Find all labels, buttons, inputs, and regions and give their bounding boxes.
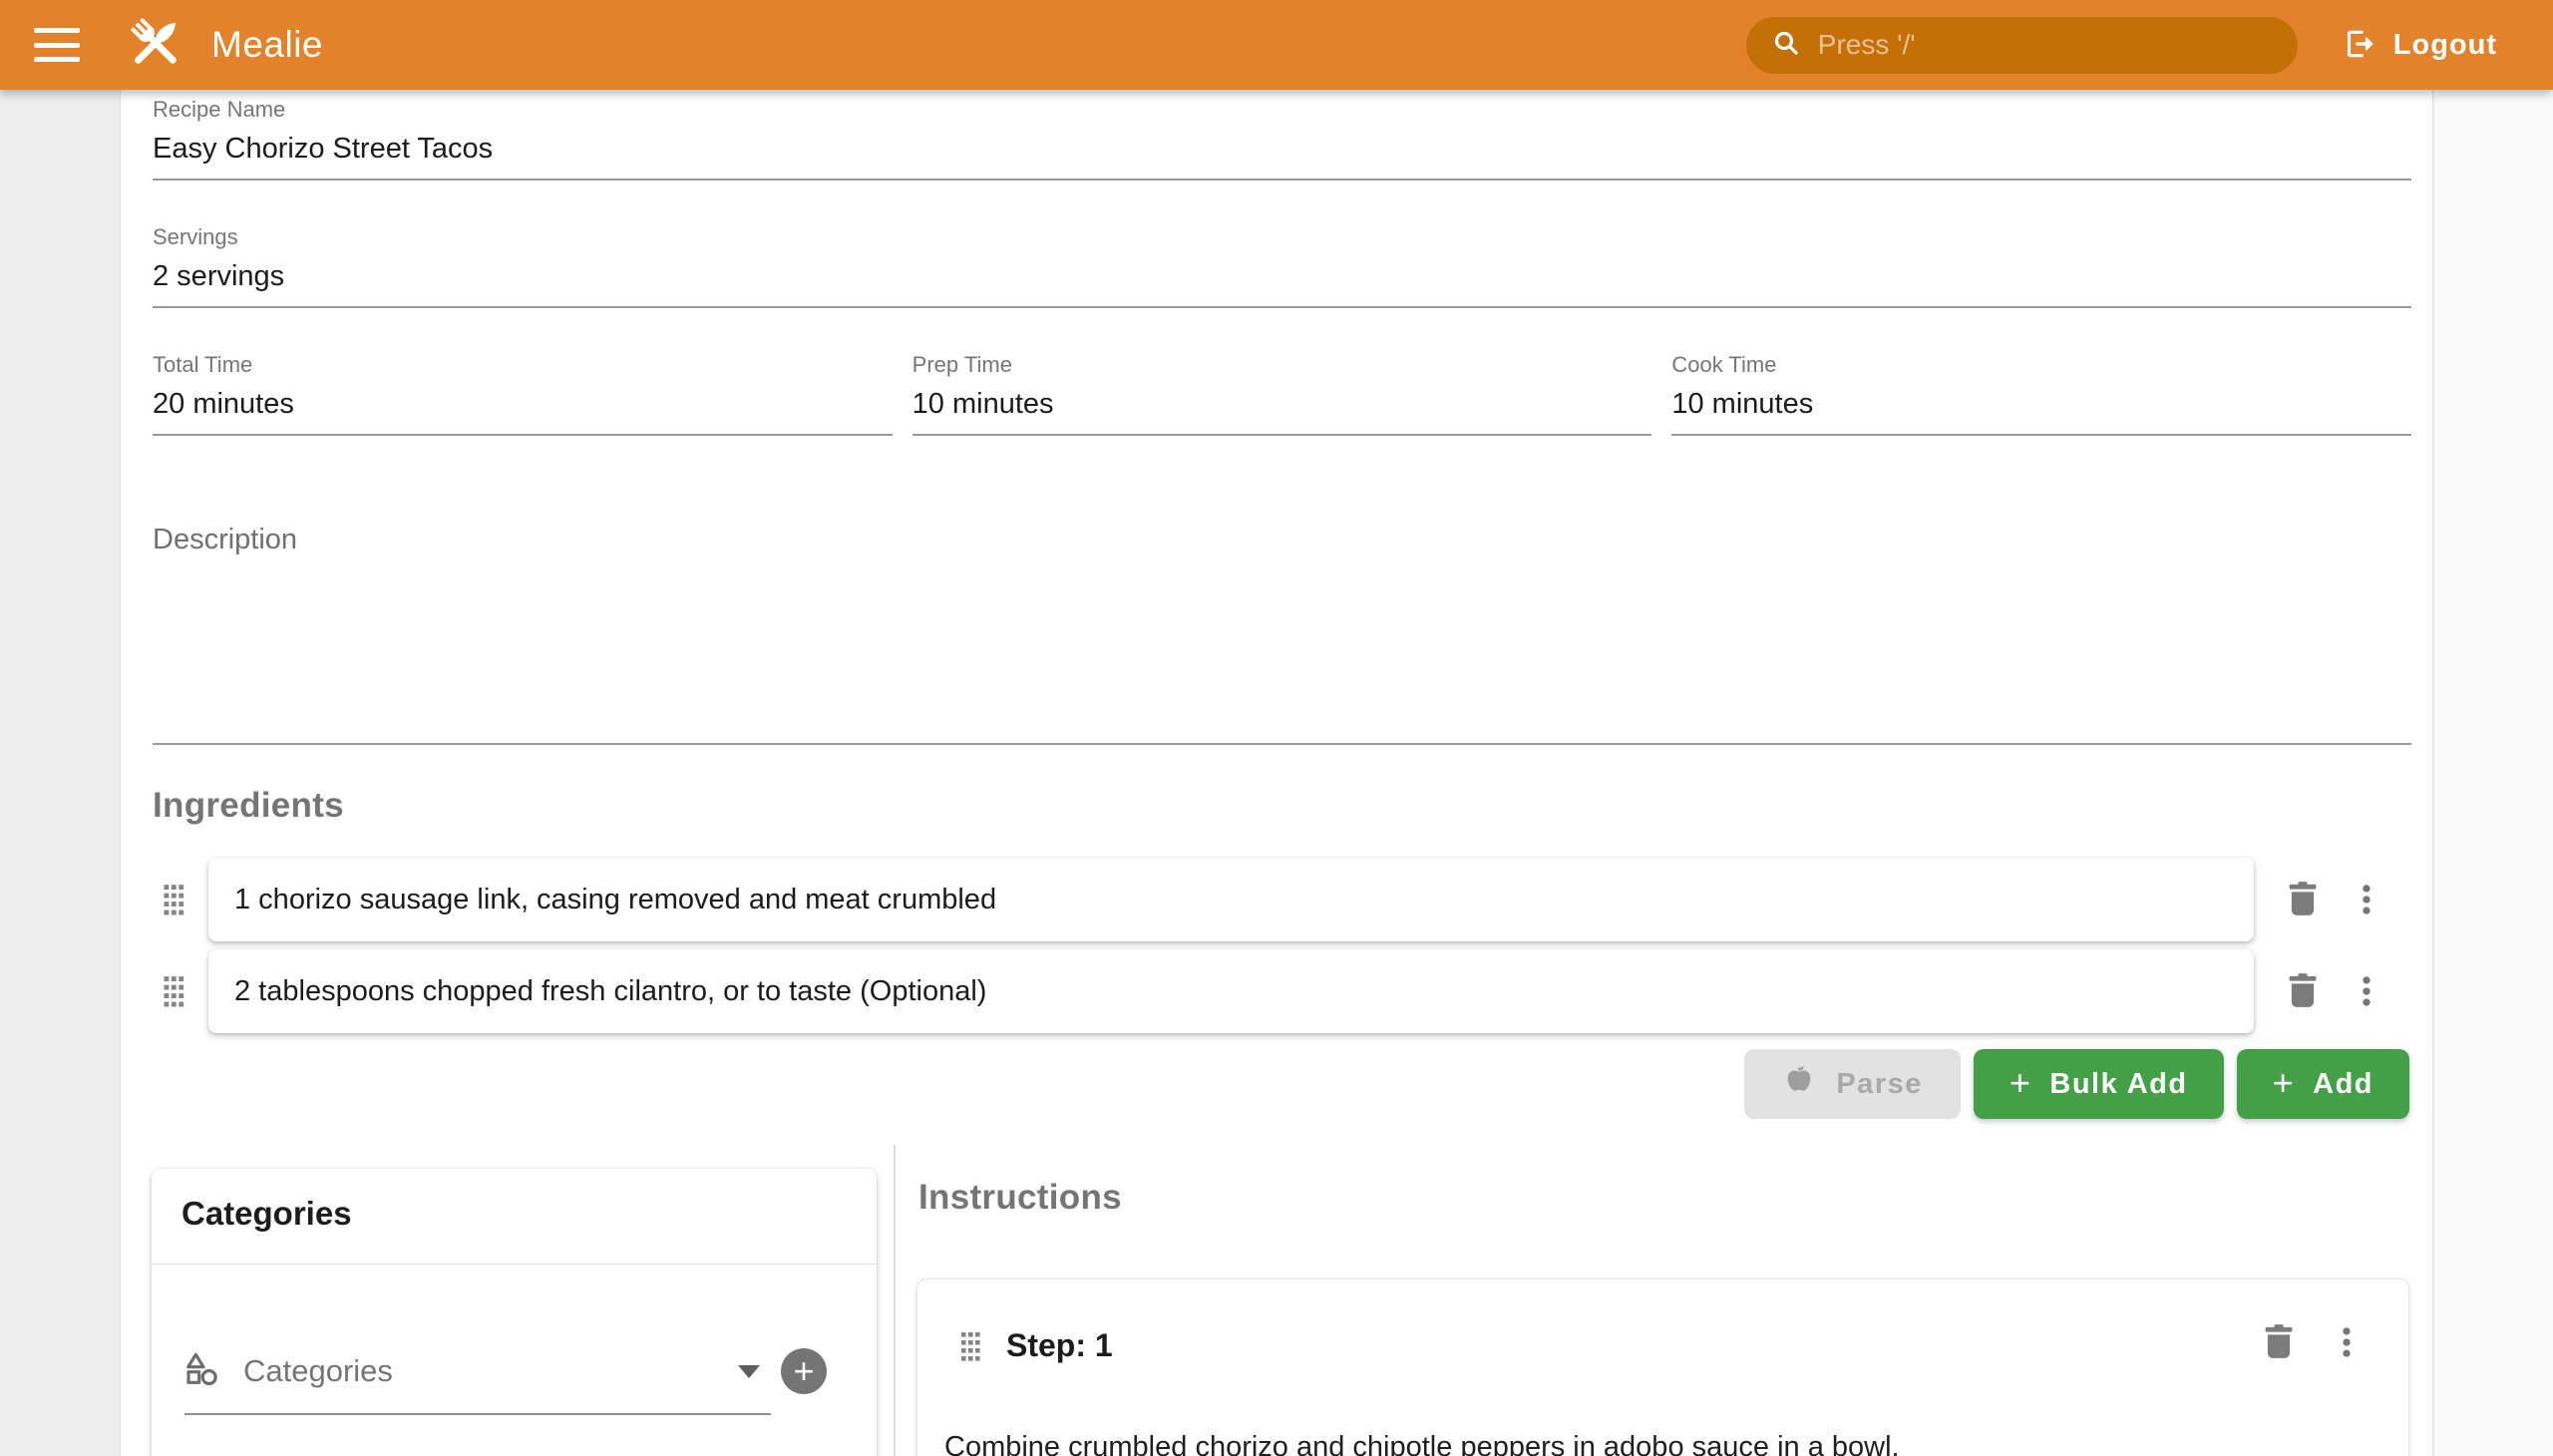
description-input[interactable]: [153, 562, 2411, 712]
prep-time-field: Prep Time: [912, 351, 1652, 436]
cook-time-label: Cook Time: [1671, 351, 2411, 378]
categories-card: Categories Categories +: [152, 1169, 877, 1456]
ingredient-input[interactable]: [234, 975, 2228, 1008]
logout-button[interactable]: Logout: [2342, 26, 2497, 65]
select-underline: [184, 1413, 771, 1415]
cook-time-field: Cook Time: [1671, 351, 2411, 436]
logout-label: Logout: [2393, 29, 2497, 62]
bulk-add-label: Bulk Add: [2049, 1068, 2187, 1101]
chevron-down-icon: [738, 1365, 760, 1378]
divider: [152, 1264, 877, 1265]
description-label: Description: [153, 527, 2411, 553]
page-background-gutter: [2434, 90, 2553, 1456]
app-title: Mealie: [211, 24, 323, 66]
trash-icon: [2256, 1319, 2302, 1365]
ingredients-heading: Ingredients: [153, 786, 344, 826]
instructions-heading: Instructions: [918, 1178, 1122, 1218]
step-text-input[interactable]: Combine crumbled chorizo and chipotle pe…: [944, 1427, 2380, 1456]
search-icon: [1770, 27, 1802, 64]
total-time-field: Total Time: [153, 351, 893, 436]
mealie-logo-icon: [124, 11, 187, 80]
ingredient-input-card: [208, 858, 2254, 941]
kebab-icon: [2348, 972, 2385, 1010]
step-header: Step: 1: [958, 1327, 1113, 1364]
logout-icon: [2342, 26, 2377, 65]
servings-label: Servings: [153, 223, 2411, 250]
instruction-step-card: Step: 1 Combine crumbled chorizo and chi…: [916, 1278, 2409, 1456]
plus-icon: +: [793, 1351, 814, 1391]
kebab-icon: [2328, 1323, 2366, 1361]
ingredient-menu-button[interactable]: [2348, 972, 2385, 1010]
description-field: Description: [153, 527, 2411, 745]
servings-field: Servings: [153, 223, 2411, 308]
categories-card-title: Categories: [182, 1195, 352, 1233]
app-bar: Mealie Logout: [0, 0, 2553, 90]
ingredient-row: [161, 858, 2385, 941]
recipe-name-input[interactable]: [153, 132, 2411, 167]
parse-button[interactable]: Parse: [1744, 1049, 1961, 1119]
trash-icon: [2280, 968, 2326, 1014]
delete-step-button[interactable]: [2256, 1319, 2302, 1365]
categories-select[interactable]: Categories: [182, 1346, 740, 1396]
categories-select-label: Categories: [243, 1353, 393, 1389]
delete-ingredient-button[interactable]: [2280, 968, 2326, 1014]
ingredient-input-card: [208, 949, 2254, 1033]
recipe-name-label: Recipe Name: [153, 96, 2411, 123]
bulk-add-button[interactable]: + Bulk Add: [1974, 1049, 2224, 1119]
column-divider: [894, 1145, 896, 1456]
total-time-label: Total Time: [153, 351, 893, 378]
search-input[interactable]: [1818, 29, 2274, 61]
step-title: Step: 1: [1006, 1327, 1113, 1364]
prep-time-input[interactable]: [912, 387, 1652, 422]
ingredient-row: [161, 949, 2385, 1033]
hamburger-icon: [34, 28, 80, 33]
drag-handle-icon[interactable]: [161, 882, 186, 917]
kebab-icon: [2348, 881, 2385, 918]
plus-icon: +: [2273, 1065, 2296, 1101]
total-time-input[interactable]: [153, 387, 893, 422]
recipe-name-field: Recipe Name: [153, 96, 2411, 181]
shapes-icon: [182, 1349, 221, 1394]
add-label: Add: [2313, 1068, 2373, 1101]
apple-icon: [1782, 1063, 1816, 1105]
menu-button[interactable]: [34, 28, 80, 62]
trash-icon: [2280, 877, 2326, 922]
times-row: Total Time Prep Time Cook Time: [153, 351, 2411, 436]
add-category-button[interactable]: +: [781, 1348, 827, 1394]
plus-icon: +: [2009, 1065, 2032, 1101]
delete-ingredient-button[interactable]: [2280, 877, 2326, 922]
ingredient-actions: Parse + Bulk Add + Add: [1744, 1049, 2409, 1119]
step-menu-button[interactable]: [2328, 1323, 2366, 1361]
parse-label: Parse: [1836, 1068, 1923, 1101]
drag-handle-icon[interactable]: [161, 973, 186, 1009]
ingredient-input[interactable]: [234, 884, 2228, 916]
recipe-editor: Recipe Name Servings Total Time Prep Tim…: [120, 90, 2433, 1456]
add-button[interactable]: + Add: [2237, 1049, 2409, 1119]
servings-input[interactable]: [153, 259, 2411, 294]
cook-time-input[interactable]: [1671, 387, 2411, 422]
prep-time-label: Prep Time: [912, 351, 1652, 378]
drag-handle-icon[interactable]: [958, 1329, 982, 1363]
search-bar[interactable]: [1746, 17, 2298, 74]
ingredient-menu-button[interactable]: [2348, 881, 2385, 918]
